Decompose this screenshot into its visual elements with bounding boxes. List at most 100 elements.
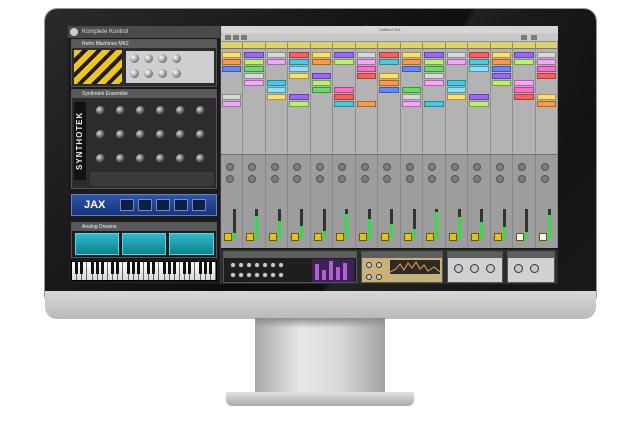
clip-slot[interactable] [289, 101, 309, 107]
send-knob[interactable] [405, 163, 414, 171]
track-activator-button[interactable] [291, 233, 300, 241]
track-activator-button[interactable] [426, 233, 435, 241]
knob[interactable] [246, 262, 252, 268]
plugin-slot-synthotek[interactable]: Synthotek Ensemble SYNTHOTEK [71, 89, 217, 189]
piano-black-key[interactable] [203, 262, 207, 274]
send-knob[interactable] [518, 163, 527, 171]
knob[interactable] [238, 272, 244, 278]
clip-slot[interactable] [222, 52, 242, 58]
knob[interactable] [278, 272, 284, 278]
piano-black-key[interactable] [95, 262, 99, 274]
send-knob[interactable] [248, 163, 257, 171]
track-activator-button[interactable] [516, 233, 525, 241]
track-header[interactable] [423, 42, 445, 49]
clip-slot[interactable] [536, 101, 557, 107]
clip-slot[interactable] [536, 52, 557, 58]
track-activator-button[interactable] [246, 233, 255, 241]
plugin-slot-cyan[interactable]: Analog Dreams [71, 222, 217, 258]
track-header[interactable] [265, 42, 288, 49]
piano-black-key[interactable] [111, 262, 115, 274]
clip-slot[interactable] [401, 59, 422, 65]
track-activator-button[interactable] [268, 233, 277, 241]
clip-slot[interactable] [469, 59, 489, 65]
knob[interactable] [230, 272, 236, 278]
track-activator-button[interactable] [381, 233, 390, 241]
clip-slot[interactable] [379, 87, 399, 93]
clip-slot[interactable] [334, 59, 354, 65]
track-activator-button[interactable] [471, 233, 480, 241]
clip-slot[interactable] [311, 73, 332, 79]
piano-black-key[interactable] [162, 262, 166, 274]
piano-black-key[interactable] [147, 262, 151, 274]
knob[interactable] [514, 264, 523, 273]
send-knob[interactable] [383, 175, 392, 183]
track-activator-button[interactable] [224, 233, 232, 241]
track-header[interactable] [243, 42, 265, 49]
clip-slot[interactable] [222, 59, 242, 65]
knob[interactable] [156, 106, 165, 115]
send-knob[interactable] [338, 175, 347, 183]
track-header[interactable] [468, 42, 490, 49]
clip-slot[interactable] [356, 66, 377, 72]
send-knob[interactable] [270, 175, 279, 183]
clip-slot[interactable] [311, 52, 332, 58]
knob[interactable] [376, 274, 382, 280]
piano-black-key[interactable] [167, 262, 171, 274]
knob[interactable] [196, 130, 205, 139]
knob[interactable] [172, 54, 181, 63]
knob[interactable] [116, 106, 125, 115]
plugin-slot-jax[interactable]: JAX [71, 194, 217, 216]
knob[interactable] [130, 54, 139, 63]
piano-black-key[interactable] [100, 262, 104, 274]
clip-slot[interactable] [469, 52, 489, 58]
clip-slot[interactable] [222, 101, 242, 107]
piano-black-key[interactable] [80, 262, 84, 274]
knob[interactable] [130, 69, 139, 78]
track-activator-button[interactable] [403, 233, 412, 241]
piano-black-key[interactable] [75, 262, 79, 274]
stop-button[interactable] [233, 35, 239, 40]
send-knob[interactable] [450, 175, 459, 183]
knob[interactable] [486, 264, 495, 273]
track-header[interactable] [490, 42, 513, 49]
send-knob[interactable] [293, 175, 302, 183]
clip-slot[interactable] [311, 87, 332, 93]
clip-slot[interactable] [491, 66, 512, 72]
clip-slot[interactable] [289, 59, 309, 65]
knob[interactable] [454, 264, 463, 273]
play-button[interactable] [225, 35, 231, 40]
knob[interactable] [530, 264, 539, 273]
track-header[interactable] [333, 42, 355, 49]
clip-slot[interactable] [424, 52, 444, 58]
track-header[interactable] [288, 42, 310, 49]
track-header[interactable] [378, 42, 400, 49]
send-knob[interactable] [540, 163, 549, 171]
effect-device[interactable] [447, 251, 503, 283]
clip-slot[interactable] [491, 52, 512, 58]
send-knob[interactable] [360, 163, 369, 171]
knob[interactable] [136, 130, 145, 139]
send-knob[interactable] [473, 175, 482, 183]
knob[interactable] [176, 106, 185, 115]
knob[interactable] [136, 106, 145, 115]
knob[interactable] [156, 130, 165, 139]
clip-slot[interactable] [401, 66, 422, 72]
clip-slot[interactable] [536, 66, 557, 72]
knob[interactable] [262, 272, 268, 278]
clip-slot[interactable] [379, 73, 399, 79]
clip-slot[interactable] [514, 52, 534, 58]
track-header[interactable] [310, 42, 333, 49]
clip-slot[interactable] [514, 87, 534, 93]
knob[interactable] [254, 272, 260, 278]
knob[interactable] [156, 154, 165, 163]
knob[interactable] [176, 130, 185, 139]
track-header[interactable] [513, 42, 535, 49]
send-knob[interactable] [405, 175, 414, 183]
effect-device[interactable] [507, 251, 555, 283]
clip-slot[interactable] [424, 66, 444, 72]
knob[interactable] [96, 130, 105, 139]
clip-slot[interactable] [401, 101, 422, 107]
knob[interactable] [278, 262, 284, 268]
knob[interactable] [176, 154, 185, 163]
clip-slot[interactable] [266, 87, 287, 93]
